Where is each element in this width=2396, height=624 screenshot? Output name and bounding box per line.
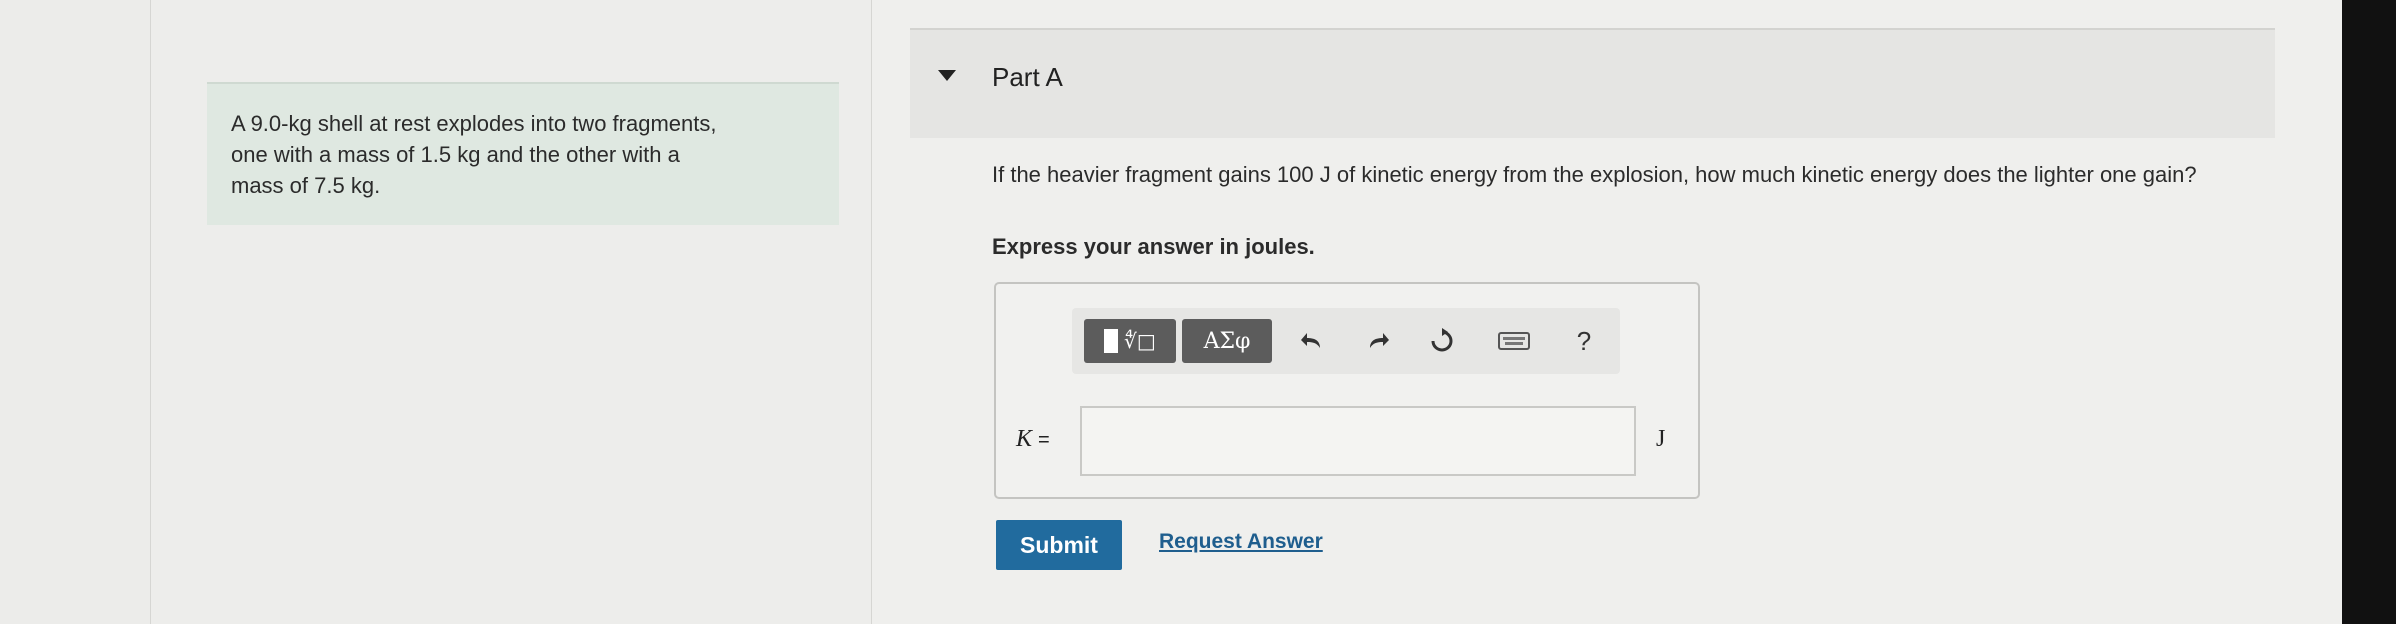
templates-button[interactable]: ∜□ [1084,319,1176,363]
equals-sign: = [1038,429,1050,451]
answer-panel: ∜□ ΑΣφ ? K = J [994,282,1700,499]
symbols-button[interactable]: ΑΣφ [1182,319,1272,363]
screen-edge [2342,0,2396,624]
part-header[interactable]: Part A [910,28,2275,138]
template-square-icon [1104,329,1119,353]
answer-instruction: Express your answer in joules. [992,234,1315,259]
help-button[interactable]: ? [1564,319,1604,363]
submit-button[interactable]: Submit [996,520,1122,570]
answer-input[interactable] [1080,406,1636,476]
keyboard-icon[interactable] [1494,319,1534,363]
question-text: If the heavier fragment gains 100 J of k… [992,162,2197,187]
variable-symbol: K [1016,426,1033,452]
templates-label: ∜□ [1124,329,1156,353]
problem-line: one with a mass of 1.5 kg and the other … [231,142,680,167]
problem-statement: A 9.0-kg shell at rest explodes into two… [207,82,839,225]
answer-variable-label: K = [1016,426,1050,453]
problem-line: mass of 7.5 kg. [231,173,381,198]
answer-unit: J [1656,426,1666,452]
part-title: Part A [992,62,1063,92]
undo-icon[interactable] [1292,319,1332,363]
math-toolbar: ∜□ ΑΣφ ? [1072,308,1620,374]
request-answer-link[interactable]: Request Answer [1159,530,1323,554]
problem-line: A 9.0-kg shell at rest explodes into two… [231,111,717,136]
redo-icon[interactable] [1358,319,1398,363]
reset-icon[interactable] [1422,319,1462,363]
collapse-caret-icon[interactable] [938,70,956,81]
